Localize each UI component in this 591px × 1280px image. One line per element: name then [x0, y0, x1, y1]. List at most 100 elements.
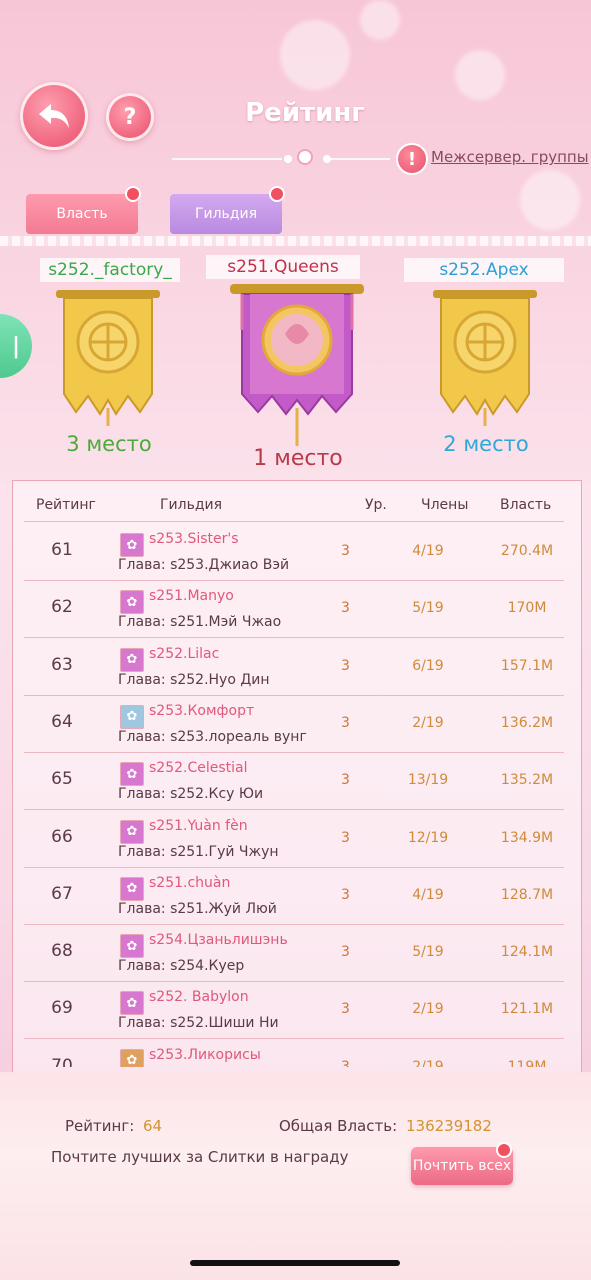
row-power: 157.1M	[500, 657, 554, 674]
home-indicator[interactable]	[190, 1260, 400, 1266]
guild-emblem-icon: ✿	[120, 533, 144, 557]
row-power: 124.1M	[500, 944, 554, 961]
pager-dot[interactable]	[284, 155, 292, 163]
guild-emblem-icon: ✿	[120, 819, 144, 844]
row-guild-name[interactable]: s252. Babylon	[149, 989, 249, 1005]
second-place-guild-name: s252.Apex	[404, 258, 564, 282]
tab-power[interactable]: Власть	[26, 194, 138, 234]
row-members: 4/19	[412, 543, 444, 559]
row-power: 134.9M	[500, 829, 554, 846]
row-rank: 61	[51, 540, 73, 560]
second-place-label: 2 место	[443, 432, 529, 456]
row-guild-leader: Глава: s252.Нуо Дин	[118, 671, 270, 688]
guild-emblem-icon: ✿	[120, 1048, 144, 1067]
my-rank-label: Рейтинг:	[65, 1117, 135, 1135]
row-power: 135.2M	[500, 772, 554, 789]
column-header-members: Члены	[421, 497, 469, 513]
row-guild-name[interactable]: s252.Celestial	[149, 760, 248, 776]
bokeh-light	[455, 50, 505, 100]
cross-server-groups-link[interactable]: Межсервер. группы	[431, 148, 589, 166]
tab-label: Гильдия	[194, 206, 258, 222]
guild-emblem-icon: ✿	[120, 704, 144, 729]
total-power-value: 136239182	[406, 1117, 492, 1135]
notification-dot	[125, 186, 141, 202]
row-power: 270.4M	[500, 543, 554, 559]
row-level: 3	[341, 1001, 350, 1018]
notification-dot	[496, 1142, 512, 1158]
row-guild-name[interactable]: s252.Lilac	[149, 646, 219, 662]
table-row[interactable]: 67 ✿ s251.chuàn Глава: s251.Жуй Люй 3 4/19 128…	[24, 867, 564, 925]
row-guild-name[interactable]: s253.Sister's	[149, 531, 239, 547]
third-place-banner	[56, 290, 160, 426]
table-row[interactable]: 62 ✿ s251.Manyo Глава: s251.Мэй Чжао 3 5/19 17…	[24, 580, 564, 639]
honor-text: Почтите лучших за Слитки в награду	[51, 1148, 349, 1166]
page-title: Рейтинг	[245, 98, 365, 128]
row-members: 4/19	[412, 886, 444, 903]
help-button[interactable]: ?	[106, 93, 154, 141]
row-rank: 66	[51, 826, 73, 847]
row-guild-name[interactable]: s254.Цзаньлишэнь	[149, 932, 288, 948]
row-guild-name[interactable]: s251.chuàn	[149, 875, 230, 891]
row-rank: 64	[51, 711, 73, 732]
lace-divider	[0, 236, 591, 246]
row-members: 5/19	[412, 600, 444, 617]
column-header-rank: Рейтинг	[36, 497, 96, 513]
column-header-guild: Гильдия	[160, 497, 223, 513]
row-guild-leader: Глава: s251.Мэй Чжао	[118, 614, 282, 631]
bokeh-light	[280, 20, 350, 90]
row-members: 6/19	[412, 657, 444, 674]
row-guild-leader: Глава: s251.Жуй Люй	[118, 900, 277, 917]
row-guild-leader: Глава: s254.Куер	[118, 958, 245, 975]
table-row[interactable]: 68 ✿ s254.Цзаньлишэнь Глава: s254.Куер 3 5/19…	[24, 924, 564, 983]
table-row[interactable]: 63 ✿ s252.Lilac Глава: s252.Нуо Дин 3 6/19 157…	[24, 638, 564, 696]
row-level: 3	[341, 543, 350, 559]
guild-emblem-icon: ✿	[120, 876, 144, 901]
pager-line	[172, 158, 282, 160]
guild-emblem-icon: ✿	[120, 762, 144, 787]
row-power: 119M	[507, 1058, 547, 1067]
column-header-level: Ур.	[365, 497, 387, 513]
pager-line	[328, 158, 390, 160]
row-members: 5/19	[412, 944, 444, 961]
first-place-label: 1 место	[253, 446, 343, 471]
table-row[interactable]: 66 ✿ s251.Yuàn fèn Глава: s251.Гуй Чжун 3 12/…	[24, 810, 564, 868]
question-mark-icon: ?	[123, 104, 137, 130]
alert-icon[interactable]: !	[396, 143, 428, 175]
row-rank: 69	[51, 998, 73, 1019]
tab-guild[interactable]: Гильдия	[170, 194, 282, 234]
row-level: 3	[341, 829, 350, 846]
back-arrow-icon	[39, 104, 69, 128]
row-guild-leader: Глава: s252.Ксу Юи	[118, 786, 264, 803]
guild-emblem-icon: ✿	[120, 934, 144, 959]
table-row[interactable]: 70 ✿ s253.Ликорисы 3 2/19 119M	[24, 1039, 564, 1067]
table-row[interactable]: 65 ✿ s252.Celestial Глава: s252.Ксу Юи 3 13/1…	[24, 752, 564, 811]
row-guild-name[interactable]: s253.Ликорисы	[149, 1047, 261, 1063]
row-guild-leader: Глава: s253.лореаль вунг	[118, 728, 307, 745]
row-guild-leader: Глава: s252.Шиши Ни	[118, 1015, 279, 1032]
row-guild-name[interactable]: s253.Комфорт	[149, 703, 254, 719]
pager-dot-active[interactable]	[297, 149, 313, 165]
row-level: 3	[341, 886, 350, 903]
header-divider	[24, 521, 564, 522]
total-power-label: Общая Власть:	[279, 1117, 398, 1135]
back-button[interactable]	[20, 82, 88, 150]
table-row[interactable]: 69 ✿ s252. Babylon Глава: s252.Шиши Ни 3 2/19…	[24, 981, 564, 1040]
row-rank: 68	[51, 941, 73, 962]
row-guild-name[interactable]: s251.Yuàn fèn	[149, 818, 248, 834]
tab-label: Власть	[56, 206, 108, 222]
row-level: 3	[341, 944, 350, 961]
side-tab-icon: |	[11, 333, 21, 359]
pager-dot[interactable]	[323, 155, 331, 163]
row-guild-name[interactable]: s251.Manyo	[149, 588, 234, 604]
bokeh-light	[360, 0, 400, 40]
side-event-tab[interactable]: |	[0, 314, 32, 378]
third-place-guild-name: s252._factory_	[40, 258, 180, 282]
row-members: 2/19	[412, 1001, 444, 1018]
table-row[interactable]: 61 ✿ s253.Sister's Глава: s253.Джиао Вэй 3 4/…	[24, 523, 564, 581]
guild-emblem-icon: ✿	[120, 991, 144, 1016]
table-row[interactable]: 64 ✿ s253.Комфорт Глава: s253.лореаль вунг 3…	[24, 695, 564, 753]
row-power: 121.1M	[500, 1001, 554, 1018]
row-level: 3	[341, 600, 350, 617]
row-members: 13/19	[407, 772, 449, 789]
row-guild-leader: Глава: s253.Джиао Вэй	[118, 557, 290, 573]
